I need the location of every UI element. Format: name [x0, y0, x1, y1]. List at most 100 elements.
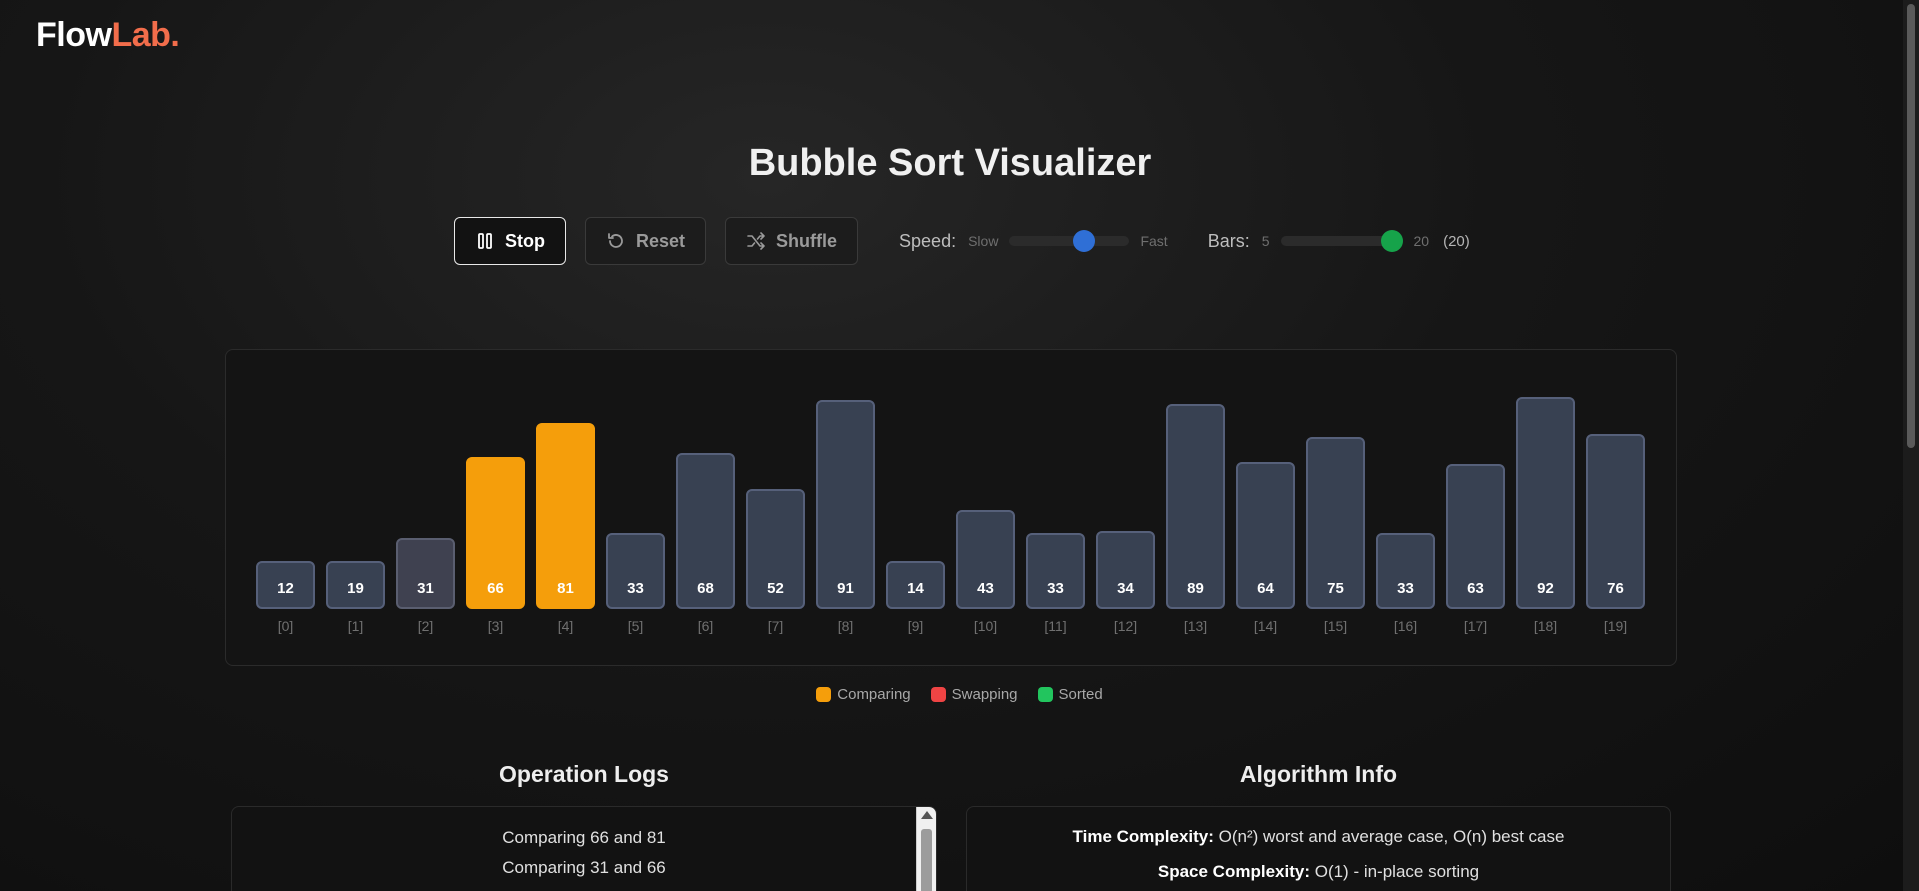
bar-index-label: [13] — [1183, 618, 1208, 634]
space-complexity-label: Space Complexity: — [1157, 862, 1310, 881]
bar: 63 — [1446, 464, 1505, 609]
bar: 91 — [816, 399, 875, 609]
bar-value-label: 63 — [1467, 580, 1484, 597]
bar-value-label: 43 — [977, 580, 994, 597]
bar: 31 — [396, 537, 455, 609]
bar-index-label: [1] — [347, 618, 364, 634]
bar-value-label: 52 — [767, 580, 784, 597]
bar: 68 — [676, 452, 735, 609]
logs-scrollbar[interactable] — [916, 807, 936, 891]
bar-index-label: [0] — [277, 618, 294, 634]
legend-item: Swapping — [930, 686, 1018, 703]
bars-slider-handle[interactable] — [1380, 230, 1403, 252]
bar-index-label: [15] — [1323, 618, 1348, 634]
speed-min-label: Slow — [968, 233, 999, 249]
bar: 66 — [466, 457, 525, 609]
bars-min-label: 5 — [1261, 233, 1270, 249]
legend-label: Comparing — [837, 686, 911, 703]
bar: 75 — [1306, 436, 1365, 609]
legend-label: Sorted — [1058, 686, 1103, 703]
bar-index-label: [10] — [973, 618, 998, 634]
bar-value-label: 91 — [837, 580, 854, 597]
bar-index-label: [3] — [487, 618, 504, 634]
bar-value-label: 12 — [277, 580, 294, 597]
time-complexity-value: O(n²) worst and average case, O(n) best … — [1218, 827, 1565, 846]
bar-index-label: [6] — [697, 618, 714, 634]
shuffle-button[interactable]: Shuffle — [725, 217, 859, 265]
bar-index-label: [4] — [557, 618, 574, 634]
bar-value-label: 31 — [417, 580, 434, 597]
speed-max-label: Fast — [1140, 233, 1168, 249]
bar-value-label: 33 — [1397, 580, 1414, 597]
bar-value-label: 92 — [1537, 580, 1554, 597]
pause-icon — [478, 233, 492, 249]
log-line: Comparing 31 and 66 — [502, 858, 666, 877]
bar-value-label: 33 — [1047, 580, 1064, 597]
log-line: Comparing 66 and 81 — [502, 828, 666, 847]
bar-value-label: 19 — [347, 580, 364, 597]
speed-slider[interactable] — [1009, 230, 1130, 252]
legend-item: Sorted — [1037, 686, 1103, 703]
legend-item: Comparing — [816, 686, 911, 703]
bar-value-label: 64 — [1257, 580, 1274, 597]
page-scrollbar-thumb[interactable] — [1907, 4, 1915, 448]
stop-button-label: Stop — [505, 230, 545, 251]
bar-value-label: 66 — [487, 580, 504, 597]
speed-label: Speed: — [899, 230, 957, 251]
legend: Comparing Swapping Sorted — [0, 686, 1919, 703]
reset-button-label: Reset — [636, 230, 686, 251]
bar: 33 — [1026, 533, 1085, 609]
time-complexity-label: Time Complexity: — [1072, 827, 1214, 846]
bar-value-label: 68 — [697, 580, 714, 597]
bar: 92 — [1516, 397, 1575, 609]
page-scrollbar[interactable] — [1903, 0, 1919, 891]
bar-index-label: [16] — [1393, 618, 1418, 634]
bars-label: Bars: — [1207, 230, 1250, 251]
bar: 64 — [1236, 461, 1295, 609]
bar: 52 — [746, 489, 805, 609]
bar-value-label: 89 — [1187, 580, 1204, 597]
reset-icon — [608, 233, 623, 248]
legend-swatch — [930, 687, 946, 702]
bar-index-label: [9] — [907, 618, 924, 634]
bar: 81 — [536, 422, 595, 609]
legend-label: Swapping — [951, 686, 1018, 703]
speed-slider-handle[interactable] — [1073, 230, 1096, 252]
legend-swatch — [816, 687, 832, 702]
bar: 19 — [326, 561, 385, 609]
time-complexity: Time Complexity: O(n²) worst and average… — [967, 819, 1670, 854]
bar-chart: 12 [0] 19 [1] 31 [2] 66 [3] 81 [4] 33 [5] 68 [6] 52 [7]… — [225, 349, 1677, 666]
bars-count: (20) — [1443, 232, 1470, 250]
bar-index-label: [5] — [627, 618, 644, 634]
bar: 12 — [256, 561, 315, 609]
bar-index-label: [19] — [1603, 618, 1628, 634]
bar-index-label: [17] — [1463, 618, 1488, 634]
bar-index-label: [8] — [837, 618, 854, 634]
shuffle-icon — [747, 232, 765, 250]
reset-button[interactable]: Reset — [585, 217, 707, 265]
bar-index-label: [11] — [1044, 618, 1067, 634]
shuffle-button-label: Shuffle — [776, 230, 838, 251]
bar: 76 — [1586, 434, 1645, 609]
logo-flow: Flow — [36, 16, 112, 54]
bars-max-label: 20 — [1413, 233, 1430, 249]
bar: 14 — [886, 561, 945, 609]
logo[interactable]: FlowLab. — [36, 16, 180, 55]
space-complexity: Space Complexity: O(1) - in-place sortin… — [967, 854, 1670, 889]
stop-button[interactable]: Stop — [454, 217, 566, 265]
bars-slider[interactable] — [1280, 230, 1403, 252]
bar: 33 — [1376, 533, 1435, 609]
bar: 33 — [606, 533, 665, 609]
page-title: Bubble Sort Visualizer — [748, 142, 1152, 184]
logs-scrollbar-thumb[interactable] — [921, 829, 932, 891]
scroll-up-arrow-icon[interactable] — [921, 811, 933, 819]
operation-logs-panel[interactable]: Comparing 66 and 81 Comparing 31 and 66 — [231, 806, 937, 891]
bar-index-label: [7] — [767, 618, 784, 634]
algorithm-info-panel: Time Complexity: O(n²) worst and average… — [966, 806, 1671, 891]
operation-logs-title: Operation Logs — [499, 761, 669, 787]
bar-value-label: 14 — [907, 580, 924, 597]
bar-value-label: 33 — [627, 580, 644, 597]
bar-value-label: 81 — [557, 580, 574, 597]
bar-index-label: [18] — [1533, 618, 1558, 634]
bar-index-label: [2] — [417, 618, 434, 634]
